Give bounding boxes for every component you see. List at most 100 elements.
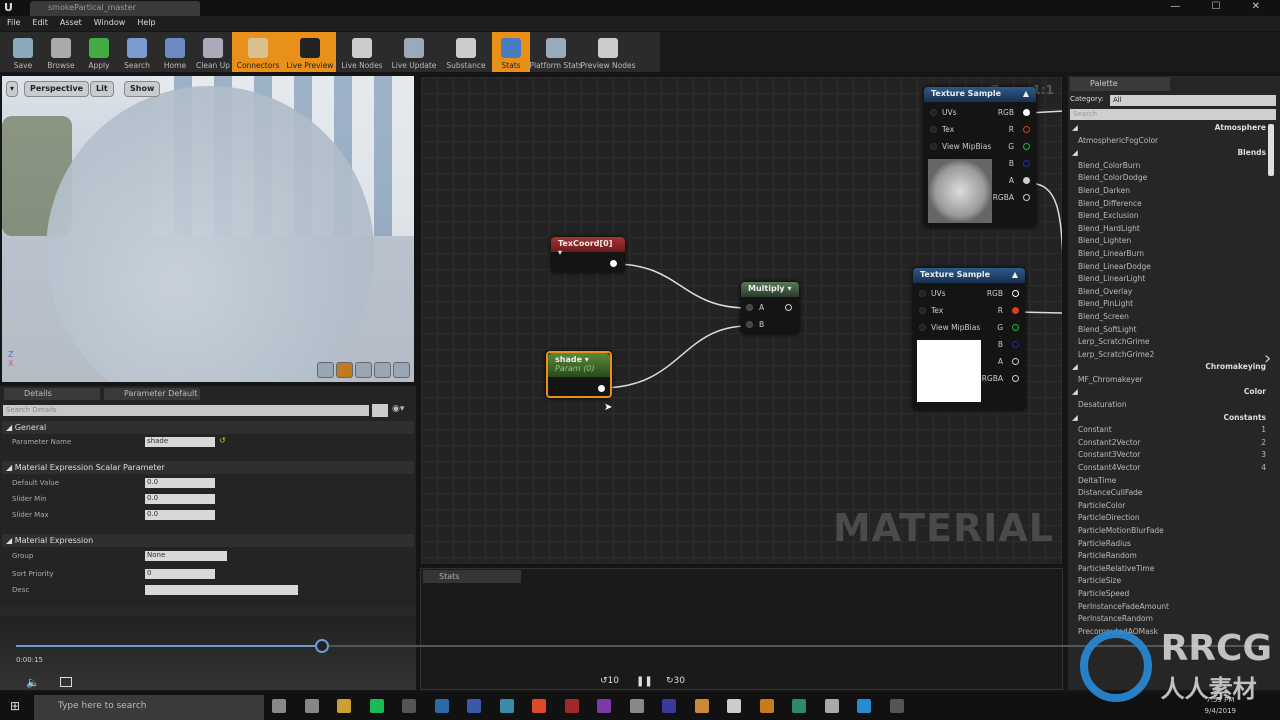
material-graph[interactable]: Zoom 1:1 MATERIAL TexCoord[0] ▾ shade ▾P…	[420, 76, 1063, 565]
slider-min-input[interactable]: 0.0	[145, 494, 215, 504]
palette-item[interactable]: ParticleRadius	[1070, 539, 1270, 552]
palette-item[interactable]: Constant2Vector 2	[1070, 438, 1270, 451]
section-scalar-parameter[interactable]: ◢ Material Expression Scalar Parameter	[2, 461, 414, 474]
output-pin-rgb[interactable]	[1012, 290, 1019, 297]
volume-icon[interactable]: 🔈	[26, 676, 40, 689]
output-pin-a[interactable]	[1023, 177, 1030, 184]
perspective-button[interactable]: Perspective	[24, 81, 90, 97]
palette-item[interactable]: ParticleRelativeTime	[1070, 564, 1270, 577]
palette-item[interactable]: Blend_LinearLight	[1070, 274, 1270, 287]
output-pin-b[interactable]	[1023, 160, 1030, 167]
windows-start-icon[interactable]: ⊞	[10, 699, 20, 713]
input-pin[interactable]	[919, 307, 926, 314]
toolbar-preview-nodes-button[interactable]: Preview Nodes	[580, 32, 636, 72]
palette-item[interactable]: Constant4Vector 4	[1070, 463, 1270, 476]
taskbar-app-icon[interactable]	[694, 699, 709, 713]
taskbar-app-icon[interactable]	[532, 699, 546, 713]
taskbar-app-icon[interactable]	[434, 699, 449, 713]
multiply-node[interactable]: Multiply ▾ A B	[741, 282, 799, 334]
sphere-mesh-button[interactable]	[336, 362, 353, 378]
taskbar-app-icon[interactable]	[597, 699, 611, 713]
palette-item[interactable]: ParticleColor	[1070, 501, 1270, 514]
taskbar-app-icon[interactable]	[857, 699, 871, 713]
cube-mesh-button[interactable]	[374, 362, 391, 378]
palette-item[interactable]: ParticleMotionBlurFade	[1070, 526, 1270, 539]
preview-viewport[interactable]: ▾ Perspective Lit Show ZX	[2, 76, 414, 382]
palette-item[interactable]: Blend_HardLight	[1070, 224, 1270, 237]
taskbar-search-input[interactable]: Type here to search	[34, 695, 264, 720]
output-pin-g[interactable]	[1012, 324, 1019, 331]
menu-help[interactable]: Help	[137, 18, 155, 29]
output-pin[interactable]	[785, 304, 792, 311]
rewind-button[interactable]: ↺10	[600, 676, 619, 686]
taskbar-app-icon[interactable]	[759, 699, 774, 713]
desc-input[interactable]	[145, 585, 298, 595]
output-pin-r[interactable]	[1023, 126, 1030, 133]
palette-item[interactable]: ParticleSpeed	[1070, 589, 1270, 602]
output-pin-g[interactable]	[1023, 143, 1030, 150]
palette-item[interactable]: Lerp_ScratchGrime2	[1070, 350, 1270, 363]
toolbar-clean-up-button[interactable]: Clean Up	[194, 32, 232, 72]
palette-item[interactable]: Blend_ColorDodge	[1070, 173, 1270, 186]
shade-parameter-node[interactable]: shade ▾ Param (0)	[546, 351, 612, 398]
output-pin-a[interactable]	[1012, 358, 1019, 365]
palette-category-header[interactable]: ◢ Chromakeying	[1070, 362, 1270, 375]
output-pin-r[interactable]	[1012, 307, 1019, 314]
toolbar-live-preview-button[interactable]: Live Preview	[284, 32, 336, 72]
palette-item[interactable]: Blend_SoftLight	[1070, 325, 1270, 338]
taskbar-app-icon[interactable]	[272, 699, 286, 713]
default-value-input[interactable]: 0.0	[145, 478, 215, 488]
toolbar-browse-button[interactable]: Browse	[42, 32, 80, 72]
palette-item[interactable]: DistanceCullFade	[1070, 488, 1270, 501]
section-general[interactable]: ◢ General	[2, 421, 414, 434]
captions-icon[interactable]	[60, 677, 72, 687]
palette-item[interactable]: PerInstanceRandom	[1070, 614, 1270, 627]
parameter-name-input[interactable]: shade	[145, 437, 215, 447]
taskbar-app-icon[interactable]	[662, 699, 676, 713]
palette-item[interactable]: DeltaTime	[1070, 476, 1270, 489]
details-search-input[interactable]: Search Details	[3, 405, 369, 416]
custom-mesh-button[interactable]	[393, 362, 410, 378]
palette-item[interactable]: Desaturation	[1070, 400, 1270, 413]
plane-mesh-button[interactable]	[355, 362, 372, 378]
toolbar-search-button[interactable]: Search	[118, 32, 156, 72]
window-controls[interactable]: — ☐ ✕	[1170, 1, 1274, 12]
taskbar-app-icon[interactable]	[629, 699, 644, 713]
input-pin[interactable]	[919, 324, 926, 331]
palette-item[interactable]: Constant 1	[1070, 425, 1270, 438]
taskbar-app-icon[interactable]	[304, 699, 319, 713]
tab-parameter-default[interactable]: Parameter Default	[104, 388, 200, 400]
output-pin-rgba[interactable]	[1023, 194, 1030, 201]
texcoord-node[interactable]: TexCoord[0] ▾	[551, 237, 625, 272]
taskbar-app-icon[interactable]	[824, 699, 839, 713]
document-tab[interactable]: smokePartical_master	[30, 1, 200, 16]
palette-item[interactable]: Blend_Overlay	[1070, 287, 1270, 300]
toolbar-live-update-button[interactable]: Live Update	[388, 32, 440, 72]
taskbar-app-icon[interactable]	[369, 699, 384, 713]
output-pin-rgba[interactable]	[1012, 375, 1019, 382]
lit-button[interactable]: Lit	[90, 81, 114, 97]
taskbar-app-icon[interactable]	[792, 699, 806, 713]
menu-file[interactable]: File	[7, 18, 20, 29]
palette-item[interactable]: MF_Chromakeyer	[1070, 375, 1270, 388]
taskbar-app-icon[interactable]	[337, 699, 351, 713]
slider-max-input[interactable]: 0.0	[145, 510, 215, 520]
input-pin[interactable]	[930, 126, 937, 133]
palette-item[interactable]: ParticleDirection	[1070, 513, 1270, 526]
palette-item[interactable]: Blend_LinearBurn	[1070, 249, 1270, 262]
texture-sample-node-1[interactable]: Texture Sample ▲ UVs Tex View MipBias RGB R G B A…	[924, 87, 1036, 227]
toolbar-home-button[interactable]: Home	[156, 32, 194, 72]
reset-icon[interactable]: ↺	[219, 436, 226, 445]
input-pin[interactable]	[930, 109, 937, 116]
cylinder-mesh-button[interactable]	[317, 362, 334, 378]
toolbar-live-nodes-button[interactable]: Live Nodes	[336, 32, 388, 72]
palette-item[interactable]: AtmosphericFogColor	[1070, 136, 1270, 149]
taskbar-app-icon[interactable]	[889, 699, 904, 713]
output-pin-rgb[interactable]	[1023, 109, 1030, 116]
menu-asset[interactable]: Asset	[60, 18, 82, 29]
palette-item[interactable]: Blend_ColorBurn	[1070, 161, 1270, 174]
taskbar-app-icon[interactable]	[727, 699, 741, 713]
category-dropdown[interactable]: All	[1110, 95, 1276, 106]
viewport-menu-button[interactable]: ▾	[6, 81, 19, 97]
palette-category-header[interactable]: ◢ Constants	[1070, 413, 1270, 426]
